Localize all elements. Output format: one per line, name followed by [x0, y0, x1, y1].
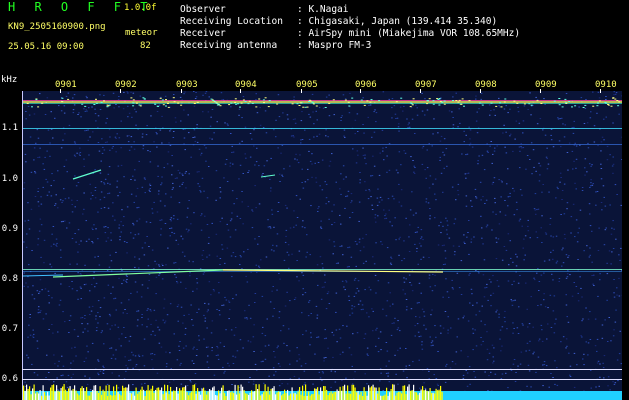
- meteor-label: meteor: [125, 28, 158, 38]
- location-key: Receiving Location: [180, 16, 283, 27]
- x-tick-0909: 0909: [535, 80, 557, 90]
- reference-line-upper: [22, 369, 622, 370]
- x-tick-mark: [120, 89, 121, 93]
- x-tick-mark: [540, 89, 541, 93]
- x-tick-0904: 0904: [235, 80, 257, 90]
- spectrogram-canvas: [23, 91, 622, 400]
- x-tick-0910: 0910: [595, 80, 617, 90]
- x-tick-mark: [600, 89, 601, 93]
- x-tick-mark: [240, 89, 241, 93]
- version-label: 1.0.0f: [124, 3, 157, 13]
- y-tick-0.7: 0.7: [1, 324, 18, 334]
- meteor-count: 82: [140, 41, 151, 51]
- x-tick-0908: 0908: [475, 80, 497, 90]
- x-tick-0906: 0906: [355, 80, 377, 90]
- x-tick-0905: 0905: [296, 80, 318, 90]
- x-tick-mark: [181, 89, 182, 93]
- x-tick-mark: [360, 89, 361, 93]
- observer-value: : K.Nagai: [297, 4, 349, 15]
- x-tick-0903: 0903: [176, 80, 198, 90]
- receiver-value: : AirSpy mini (Miakejima VOR 108.65MHz): [297, 28, 521, 39]
- hroft-window: H R O F F T 1.0.0f KN9_2505160900.png me…: [0, 0, 629, 400]
- y-tick-0.9: 0.9: [1, 224, 18, 234]
- filename-label: KN9_2505160900.png: [8, 22, 106, 32]
- x-tick-0902: 0902: [115, 80, 137, 90]
- observer-key: Observer: [180, 4, 226, 15]
- x-tick-0907: 0907: [415, 80, 437, 90]
- spectrogram-plot: [22, 91, 622, 400]
- y-axis-unit: kHz: [1, 75, 18, 85]
- antenna-key: Receiving antenna: [180, 40, 278, 51]
- x-tick-mark: [420, 89, 421, 93]
- receiver-key: Receiver: [180, 28, 226, 39]
- reference-line-lower: [22, 379, 622, 380]
- timestamp-label: 25.05.16 09:00: [8, 42, 84, 52]
- x-tick-mark: [60, 89, 61, 93]
- x-tick-mark: [301, 89, 302, 93]
- x-tick-0901: 0901: [55, 80, 77, 90]
- y-tick-0.8: 0.8: [1, 274, 18, 284]
- location-value: : Chigasaki, Japan (139.414 35.340): [297, 16, 498, 27]
- y-tick-0.6: 0.6: [1, 374, 18, 384]
- y-tick-1.1: 1.1: [1, 123, 18, 133]
- antenna-value: : Maspro FM-3: [297, 40, 372, 51]
- x-tick-mark: [480, 89, 481, 93]
- y-tick-1.0: 1.0: [1, 174, 18, 184]
